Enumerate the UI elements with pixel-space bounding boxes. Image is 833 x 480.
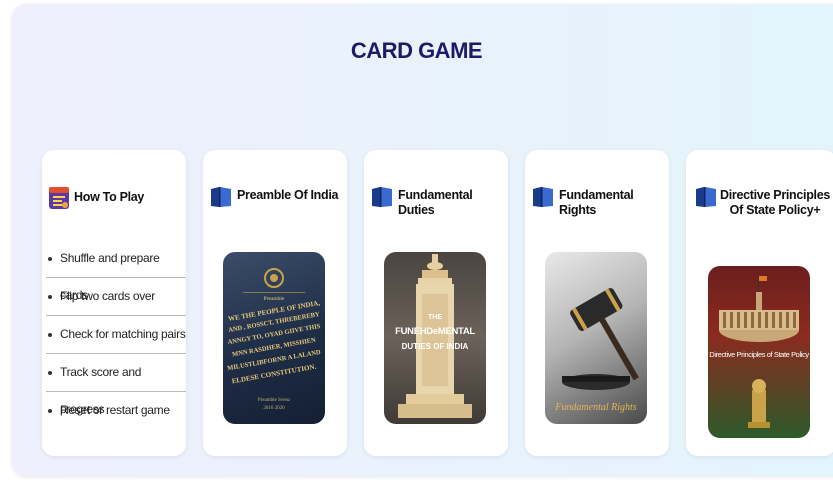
book-icon [696, 187, 716, 207]
card-title: Preamble Of India [237, 188, 339, 202]
card-fundamental-duties[interactable]: Fundamental Duties THE FUNEHDeMENTAL DUT… [364, 150, 508, 456]
fundamental-rights-image: Fundamental Rights [545, 252, 647, 424]
list-item: Check for matching pairs [46, 316, 186, 354]
preamble-image: Preamble WE THE PEOPLE OF INDIA, AND , R… [223, 252, 325, 424]
book-icon [372, 187, 392, 207]
gavel-illustration [562, 288, 639, 390]
pillar-illustration [398, 254, 472, 418]
page-title: CARD GAME [350, 38, 483, 63]
how-to-play-card: How To Play Shuffle and prepare cards Fl… [42, 150, 186, 456]
how-to-play-steps: Shuffle and prepare cards Flip two cards… [42, 240, 186, 429]
card-title: Directive Principles Of State Policy+ [720, 188, 831, 217]
card-directive-principles[interactable]: Directive Principles Of State Policy+ Di… [686, 150, 833, 456]
how-to-play-icon [49, 187, 69, 209]
list-item: Reset or restart game [46, 392, 186, 429]
card-title: Fundamental Rights [559, 188, 634, 217]
book-icon [211, 187, 231, 207]
list-item: Flip two cards over [46, 278, 186, 316]
card-preamble[interactable]: Preamble Of India Preamble WE THE PEOPLE… [203, 150, 347, 456]
card-title: Fundamental Duties [398, 188, 473, 217]
card-fundamental-rights[interactable]: Fundamental Rights Fundamental Rights [525, 150, 669, 456]
list-item: Shuffle and prepare cards [46, 240, 186, 302]
list-item: Track score and progress [46, 354, 186, 416]
book-icon [533, 187, 553, 207]
fundamental-duties-image: THE FUNEHDeMENTAL DUTIES OF INDIA [384, 252, 486, 424]
how-to-play-title: How To Play [74, 190, 145, 204]
directive-principles-image: Directive Principles of State Policy [708, 266, 810, 438]
